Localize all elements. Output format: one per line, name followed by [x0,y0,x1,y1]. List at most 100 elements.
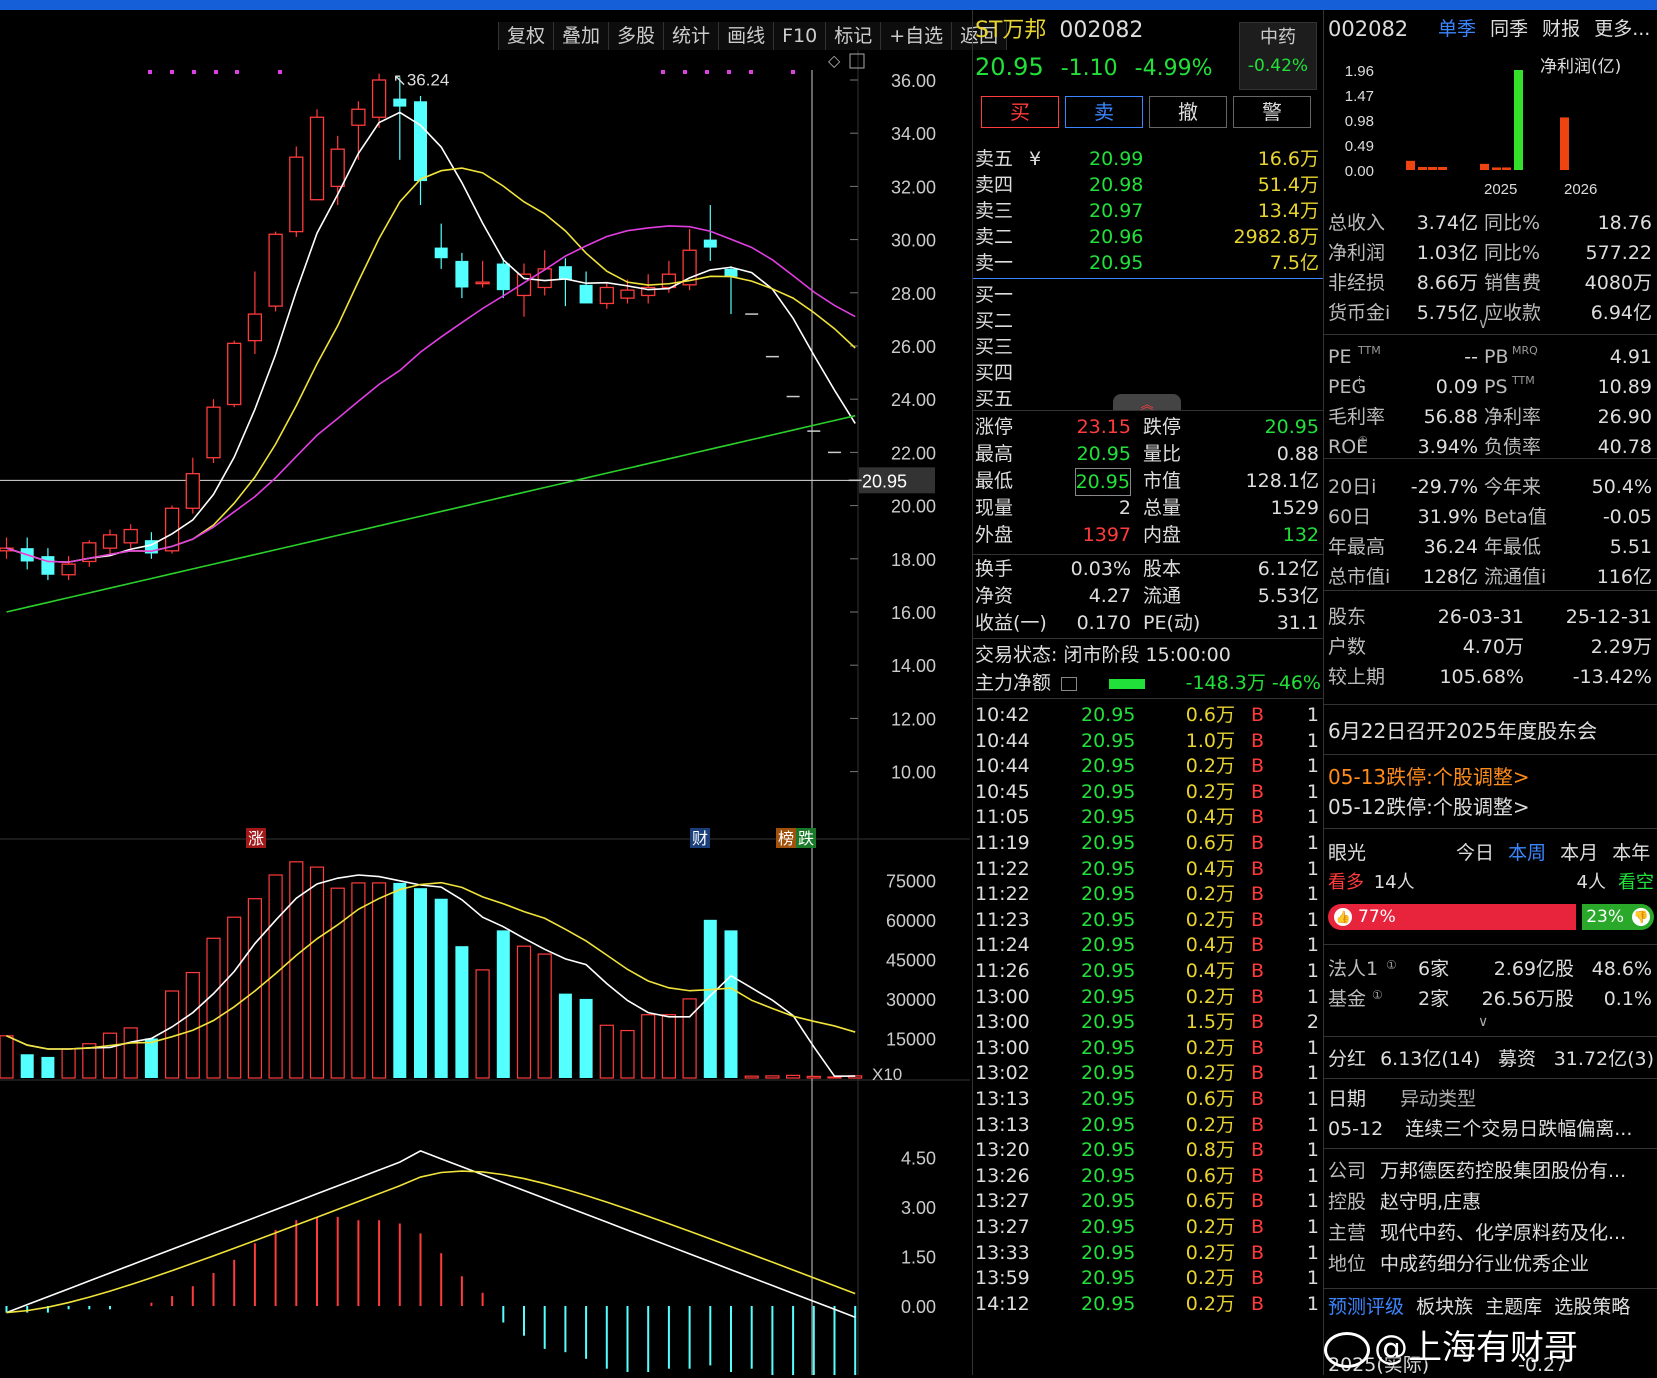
list-icon[interactable] [1061,676,1078,691]
inst-pct: 0.1% [1603,988,1652,1010]
tick-side: B [1251,1113,1265,1136]
volume-bar [724,930,738,1078]
tab-sector[interactable]: 板块族 [1416,1296,1473,1318]
bid-row[interactable]: 买三 [973,334,1321,360]
thumbs-up-icon: 👍 [1334,908,1352,926]
ask-row[interactable]: 卖二 20.96 2982.8万 [973,224,1321,250]
bid-row[interactable]: 买二 [973,308,1321,334]
sector-box[interactable]: 中药 -0.42% [1239,22,1317,90]
fin-label: 同比% [1484,212,1541,234]
tick-count: 1 [1306,934,1319,957]
tick-side: B [1251,1216,1265,1238]
fin-label: 20日i [1328,476,1377,498]
notice-limit-down-1[interactable]: 05-13跌停:个股调整> [1328,764,1530,790]
tab-same-quarter[interactable]: 同季 [1490,18,1528,40]
tick-volume: 1.5万 [1185,1011,1235,1034]
toolbar-draw[interactable]: 画线 [719,22,775,50]
inst-count: 2家 [1418,988,1450,1010]
bid-row[interactable]: 买一 [973,282,1321,308]
anomaly-row[interactable]: 05-12 连续三个交易日跌幅偏离... [1328,1116,1632,1142]
tick-row: 13:26 20.95 0.6万 B 1 [973,1163,1321,1189]
candle-body [123,528,138,544]
toolbar-statistics[interactable]: 统计 [664,22,720,50]
toolbar-restore-rights[interactable]: 复权 [499,22,555,50]
toolbar-multi-stock[interactable]: 多股 [609,22,665,50]
stat-value: 0.03% [1070,558,1131,580]
ask-row[interactable]: 卖三 20.97 13.4万 [973,198,1321,224]
notice-agm[interactable]: 6月22日召开2025年度股东会 [1328,718,1597,744]
company-value: 赵守明,庄惠 [1380,1191,1482,1213]
sell-button[interactable]: 卖 [1065,96,1143,128]
eye-tab-today[interactable]: 今日 [1456,842,1494,864]
bottom-tabs: 预测评级 板块族 主题库 选股策略 [1328,1294,1630,1320]
tick-row: 13:59 20.95 0.2万 B 1 [973,1265,1321,1291]
kline-chart-area[interactable]: 36.00 34.00 32.00 30.00 28.00 26.00 24.00 22.00… [0,10,1008,1375]
tab-more[interactable]: 更多... [1594,18,1650,40]
tick-side: B [1251,857,1265,880]
tick-time: 13:59 [975,1267,1030,1290]
eye-tab-year[interactable]: 本年 [1612,842,1650,864]
toolbar-f10[interactable]: F10 [774,22,827,50]
chevron-down-icon[interactable]: ∨ [1478,1014,1488,1030]
ask-row[interactable]: 卖一 20.95 7.5亿 [973,250,1321,276]
tab-forecast[interactable]: 预测评级 [1328,1296,1404,1318]
mini-year-label: 2026 [1564,181,1597,198]
tab-strategy[interactable]: 选股策略 [1554,1296,1630,1318]
tab-report[interactable]: 财报 [1542,18,1580,40]
tab-single-quarter[interactable]: 单季 [1438,18,1476,40]
holder-value-a: 4.70万 [1462,636,1524,658]
net-profit-mini-chart[interactable]: 净利润(亿) 1.96 1.47 0.98 0.49 0.00 2025 2026 [1324,46,1657,206]
tick-side: B [1251,1241,1265,1264]
sentiment-bar[interactable]: 👍 77% 23% 👎 [1328,904,1654,930]
company-row: 地位 中成药细分行业优秀企业 [1324,1251,1654,1277]
stat-row: 涨停 23.15 跌停 20.95 [973,414,1321,440]
quote-panel: ST万邦 002082 中药 -0.42% 20.95 -1.10 -4.99%… [972,10,1323,1375]
tick-side: B [1251,806,1265,829]
toolbar-add-watchlist[interactable]: +自选 [881,22,953,50]
tick-price: 20.95 [1081,1062,1136,1085]
tick-time: 11:26 [975,960,1030,982]
buy-button[interactable]: 买 [981,96,1059,128]
tick-time: 11:23 [975,908,1030,931]
institution-row[interactable]: 基金 ① 2家 26.56万股 0.1% [1324,986,1654,1012]
cancel-button[interactable]: 撤 [1149,96,1227,128]
fin-value: -29.7% [1410,476,1478,498]
holder-label: 户数 [1328,636,1367,658]
stat-label: 现量 [975,497,1014,519]
mini-bar [1502,167,1511,170]
volume-bar [806,1075,821,1079]
bid-row[interactable]: 买四 [973,360,1321,386]
tick-row: 11:23 20.95 0.2万 B 1 [973,907,1321,933]
notice-limit-down-2[interactable]: 05-12跌停:个股调整> [1328,794,1530,820]
tick-count: 1 [1306,1139,1319,1162]
ask-row[interactable]: 卖四 20.98 51.4万 [973,172,1321,198]
chevron-down-icon[interactable]: ∨ [1478,316,1488,332]
eye-tab-month[interactable]: 本月 [1560,842,1598,864]
fin-value: 40.78 [1597,436,1652,458]
bid-label: 买二 [975,310,1014,332]
bid-label: 买四 [975,362,1014,384]
tick-time: 13:20 [975,1139,1030,1162]
ask-label: 卖一 [975,252,1014,274]
tab-theme[interactable]: 主题库 [1485,1296,1542,1318]
alert-button[interactable]: 警 [1233,96,1311,128]
toolbar-mark[interactable]: 标记 [826,22,882,50]
ask-volume: 16.6万 [1257,148,1319,170]
macd-axis-label: 0.00 [901,1297,936,1317]
expand-toggle-icon[interactable]: ︽ [1113,394,1181,413]
stat-label: 流通 [1143,585,1182,607]
candle-body [414,101,427,182]
price-line: 20.95 -1.10 -4.99% [975,54,1212,81]
volume-bar [744,1075,759,1079]
tick-time: 13:02 [975,1062,1030,1085]
kline-chart-svg[interactable]: 36.00 34.00 32.00 30.00 28.00 26.00 24.00 22.00… [0,10,970,1375]
divider [1324,944,1657,945]
company-label: 地位 [1328,1253,1367,1275]
tick-time: 10:45 [975,780,1030,803]
institution-row[interactable]: 法人1 ① 6家 2.69亿股 48.6% [1324,956,1654,982]
divider [1324,334,1657,335]
fin-row: ROE ① 3.94% 负债率 40.78 [1324,434,1654,460]
ask-row[interactable]: 卖五 ¥20.99 16.6万 [973,146,1321,172]
eye-tab-week[interactable]: 本周 [1508,842,1546,864]
toolbar-overlay[interactable]: 叠加 [554,22,610,50]
